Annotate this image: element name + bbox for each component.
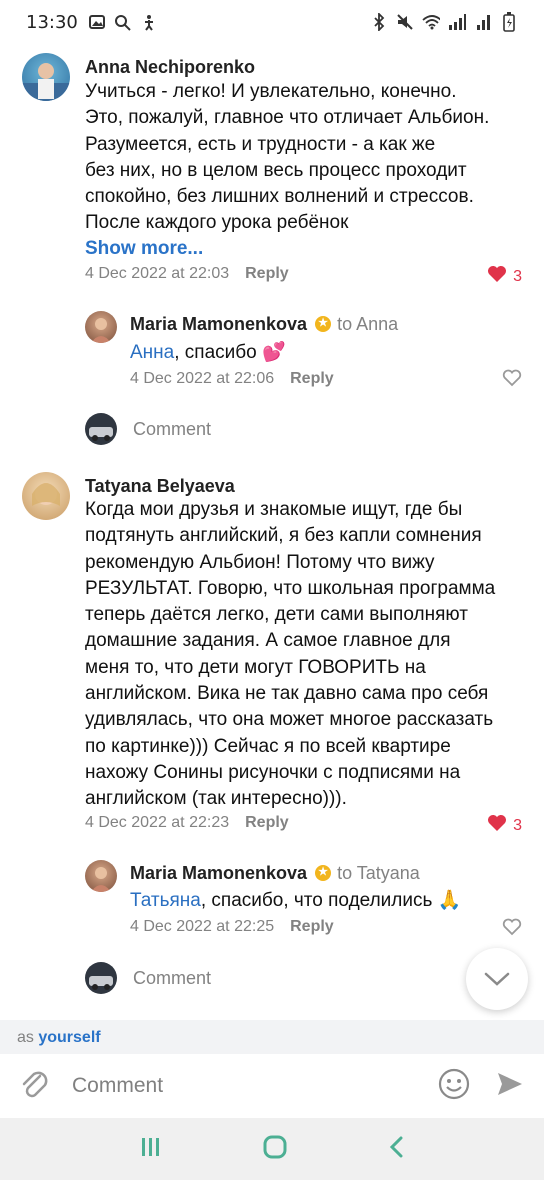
comment-line: теперь даётся легко, дети сами выполняют xyxy=(85,604,468,626)
mute-icon xyxy=(396,13,414,31)
mention-link[interactable]: Татьяна xyxy=(130,890,201,911)
comment-line: Разумеется, есть и трудности - а как же xyxy=(85,133,436,155)
reply-button[interactable]: Reply xyxy=(245,814,289,832)
signal-icon-2 xyxy=(474,13,492,31)
home-icon[interactable] xyxy=(263,1135,287,1164)
comment-line: нахожу Сонины рисуночки с подписями на xyxy=(85,761,461,783)
heart-filled-icon xyxy=(487,814,507,837)
battery-icon xyxy=(500,12,518,32)
attach-icon[interactable] xyxy=(20,1068,50,1105)
like-button[interactable]: 3 xyxy=(487,265,522,288)
reply-author[interactable]: Maria Mamonenkova to Tatyana xyxy=(130,863,420,884)
comment-line: рекомендую Альбион! Потому что вижу xyxy=(85,551,435,573)
comment-line: Когда мои друзья и знакомые ищут, где бы xyxy=(85,499,463,520)
comment-author[interactable]: Anna Nechiporenko xyxy=(85,57,255,78)
comment-line: английском. Вика не так давно сама про с… xyxy=(85,683,489,705)
like-count: 3 xyxy=(513,816,522,834)
scroll-down-button[interactable] xyxy=(466,948,528,1010)
comment-date: 4 Dec 2022 at 22:03 xyxy=(85,265,230,282)
comment-text: Когда мои друзья и знакомые ищут, где бы… xyxy=(85,497,535,813)
emoji-icon[interactable] xyxy=(438,1068,470,1105)
show-more-link[interactable]: Show more... xyxy=(85,238,203,260)
reply-to-label: to Tatyana xyxy=(337,863,420,883)
heart-filled-icon xyxy=(487,265,507,288)
comment-line: подтянуть английский, я без капли сомнен… xyxy=(85,525,482,547)
status-bar: 13:30 xyxy=(0,0,544,44)
heart-outline-icon xyxy=(502,918,522,936)
reply-author[interactable]: Maria Mamonenkova to Anna xyxy=(130,314,398,335)
status-time: 13:30 xyxy=(26,11,78,33)
comment-line: английском (так интересно))). xyxy=(85,788,347,810)
reply-button[interactable]: Reply xyxy=(290,918,334,936)
comment-line: После каждого урока ребёнок xyxy=(85,212,349,234)
avatar[interactable] xyxy=(85,860,117,892)
back-icon[interactable] xyxy=(388,1135,404,1164)
comment-line: меня то, что дети могут ГОВОРИТЬ на xyxy=(85,656,426,678)
wifi-icon xyxy=(422,13,440,31)
reply-date: 4 Dec 2022 at 22:25 xyxy=(130,918,275,935)
like-button[interactable] xyxy=(502,369,522,392)
reply-text: Татьяна, спасибо, что поделились 🙏 xyxy=(130,888,461,914)
avatar xyxy=(85,413,117,445)
heart-outline-icon xyxy=(502,369,522,387)
bluetooth-icon xyxy=(370,13,388,31)
comment-line: РЕЗУЛЬТАТ. Говорю, что школьная программ… xyxy=(85,577,496,599)
reply-author-name[interactable]: Maria Mamonenkova xyxy=(130,314,307,334)
system-nav-bar xyxy=(0,1118,544,1180)
chevron-down-icon xyxy=(484,972,510,986)
gallery-icon xyxy=(88,13,106,31)
reply-body: , спасибо 💕 xyxy=(174,342,286,363)
comment-author[interactable]: Tatyana Belyaeva xyxy=(85,476,235,497)
comment-date: 4 Dec 2022 at 22:23 xyxy=(85,814,230,831)
avatar[interactable] xyxy=(22,53,70,101)
reply-date: 4 Dec 2022 at 22:06 xyxy=(130,370,275,387)
like-count: 3 xyxy=(513,267,522,285)
reply-button[interactable]: Reply xyxy=(245,265,289,283)
reply-meta: 4 Dec 2022 at 22:25 Reply xyxy=(130,918,334,936)
comment-line: удивлялась, что она может многое рассказ… xyxy=(85,709,494,731)
signal-icon xyxy=(448,13,466,31)
reply-meta: 4 Dec 2022 at 22:06 Reply xyxy=(130,370,334,388)
avatar[interactable] xyxy=(22,472,70,520)
send-icon[interactable] xyxy=(496,1071,524,1102)
comment-input[interactable]: Comment xyxy=(72,1074,438,1098)
search-icon xyxy=(114,13,132,31)
comment-text: Учиться - легко! И увлекательно, конечно… xyxy=(85,79,535,237)
reply-author-name[interactable]: Maria Mamonenkova xyxy=(130,863,307,883)
comment-line: Это, пожалуй, главное что отличает Альби… xyxy=(85,107,490,129)
reply-body: , спасибо, что поделились 🙏 xyxy=(200,890,462,911)
comment-composer: Comment xyxy=(0,1054,544,1118)
post-as-prefix: as xyxy=(17,1029,34,1046)
comment-line: без них, но в целом весь процесс проходи… xyxy=(85,159,467,181)
accessibility-icon xyxy=(140,13,158,31)
star-badge-icon xyxy=(315,865,332,881)
mention-link[interactable]: Анна xyxy=(130,342,174,363)
recent-apps-icon[interactable] xyxy=(140,1136,162,1163)
comment-line: по картинке))) Сейчас я по всей квартире xyxy=(85,735,451,757)
reply-to-label: to Anna xyxy=(337,314,399,334)
comment-button[interactable]: Comment xyxy=(133,968,211,989)
comment-line: Учиться - легко! И увлекательно, конечно… xyxy=(85,81,457,102)
like-button[interactable]: 3 xyxy=(487,814,522,837)
comment-line: спокойно, без лишних волнений и стрессов… xyxy=(85,186,474,208)
comment-meta: 4 Dec 2022 at 22:23 Reply xyxy=(85,814,289,832)
reply-text: Анна, спасибо 💕 xyxy=(130,340,286,366)
like-button[interactable] xyxy=(502,918,522,941)
comment-meta: 4 Dec 2022 at 22:03 Reply xyxy=(85,265,289,283)
comment-button[interactable]: Comment xyxy=(133,419,211,440)
avatar xyxy=(85,962,117,994)
star-badge-icon xyxy=(315,316,332,332)
avatar[interactable] xyxy=(85,311,117,343)
reply-button[interactable]: Reply xyxy=(290,370,334,388)
comment-line: домашние задания. А самое главное для xyxy=(85,630,451,652)
post-as-selector[interactable]: yourself xyxy=(38,1029,100,1046)
post-as-bar: as yourself xyxy=(0,1020,544,1054)
